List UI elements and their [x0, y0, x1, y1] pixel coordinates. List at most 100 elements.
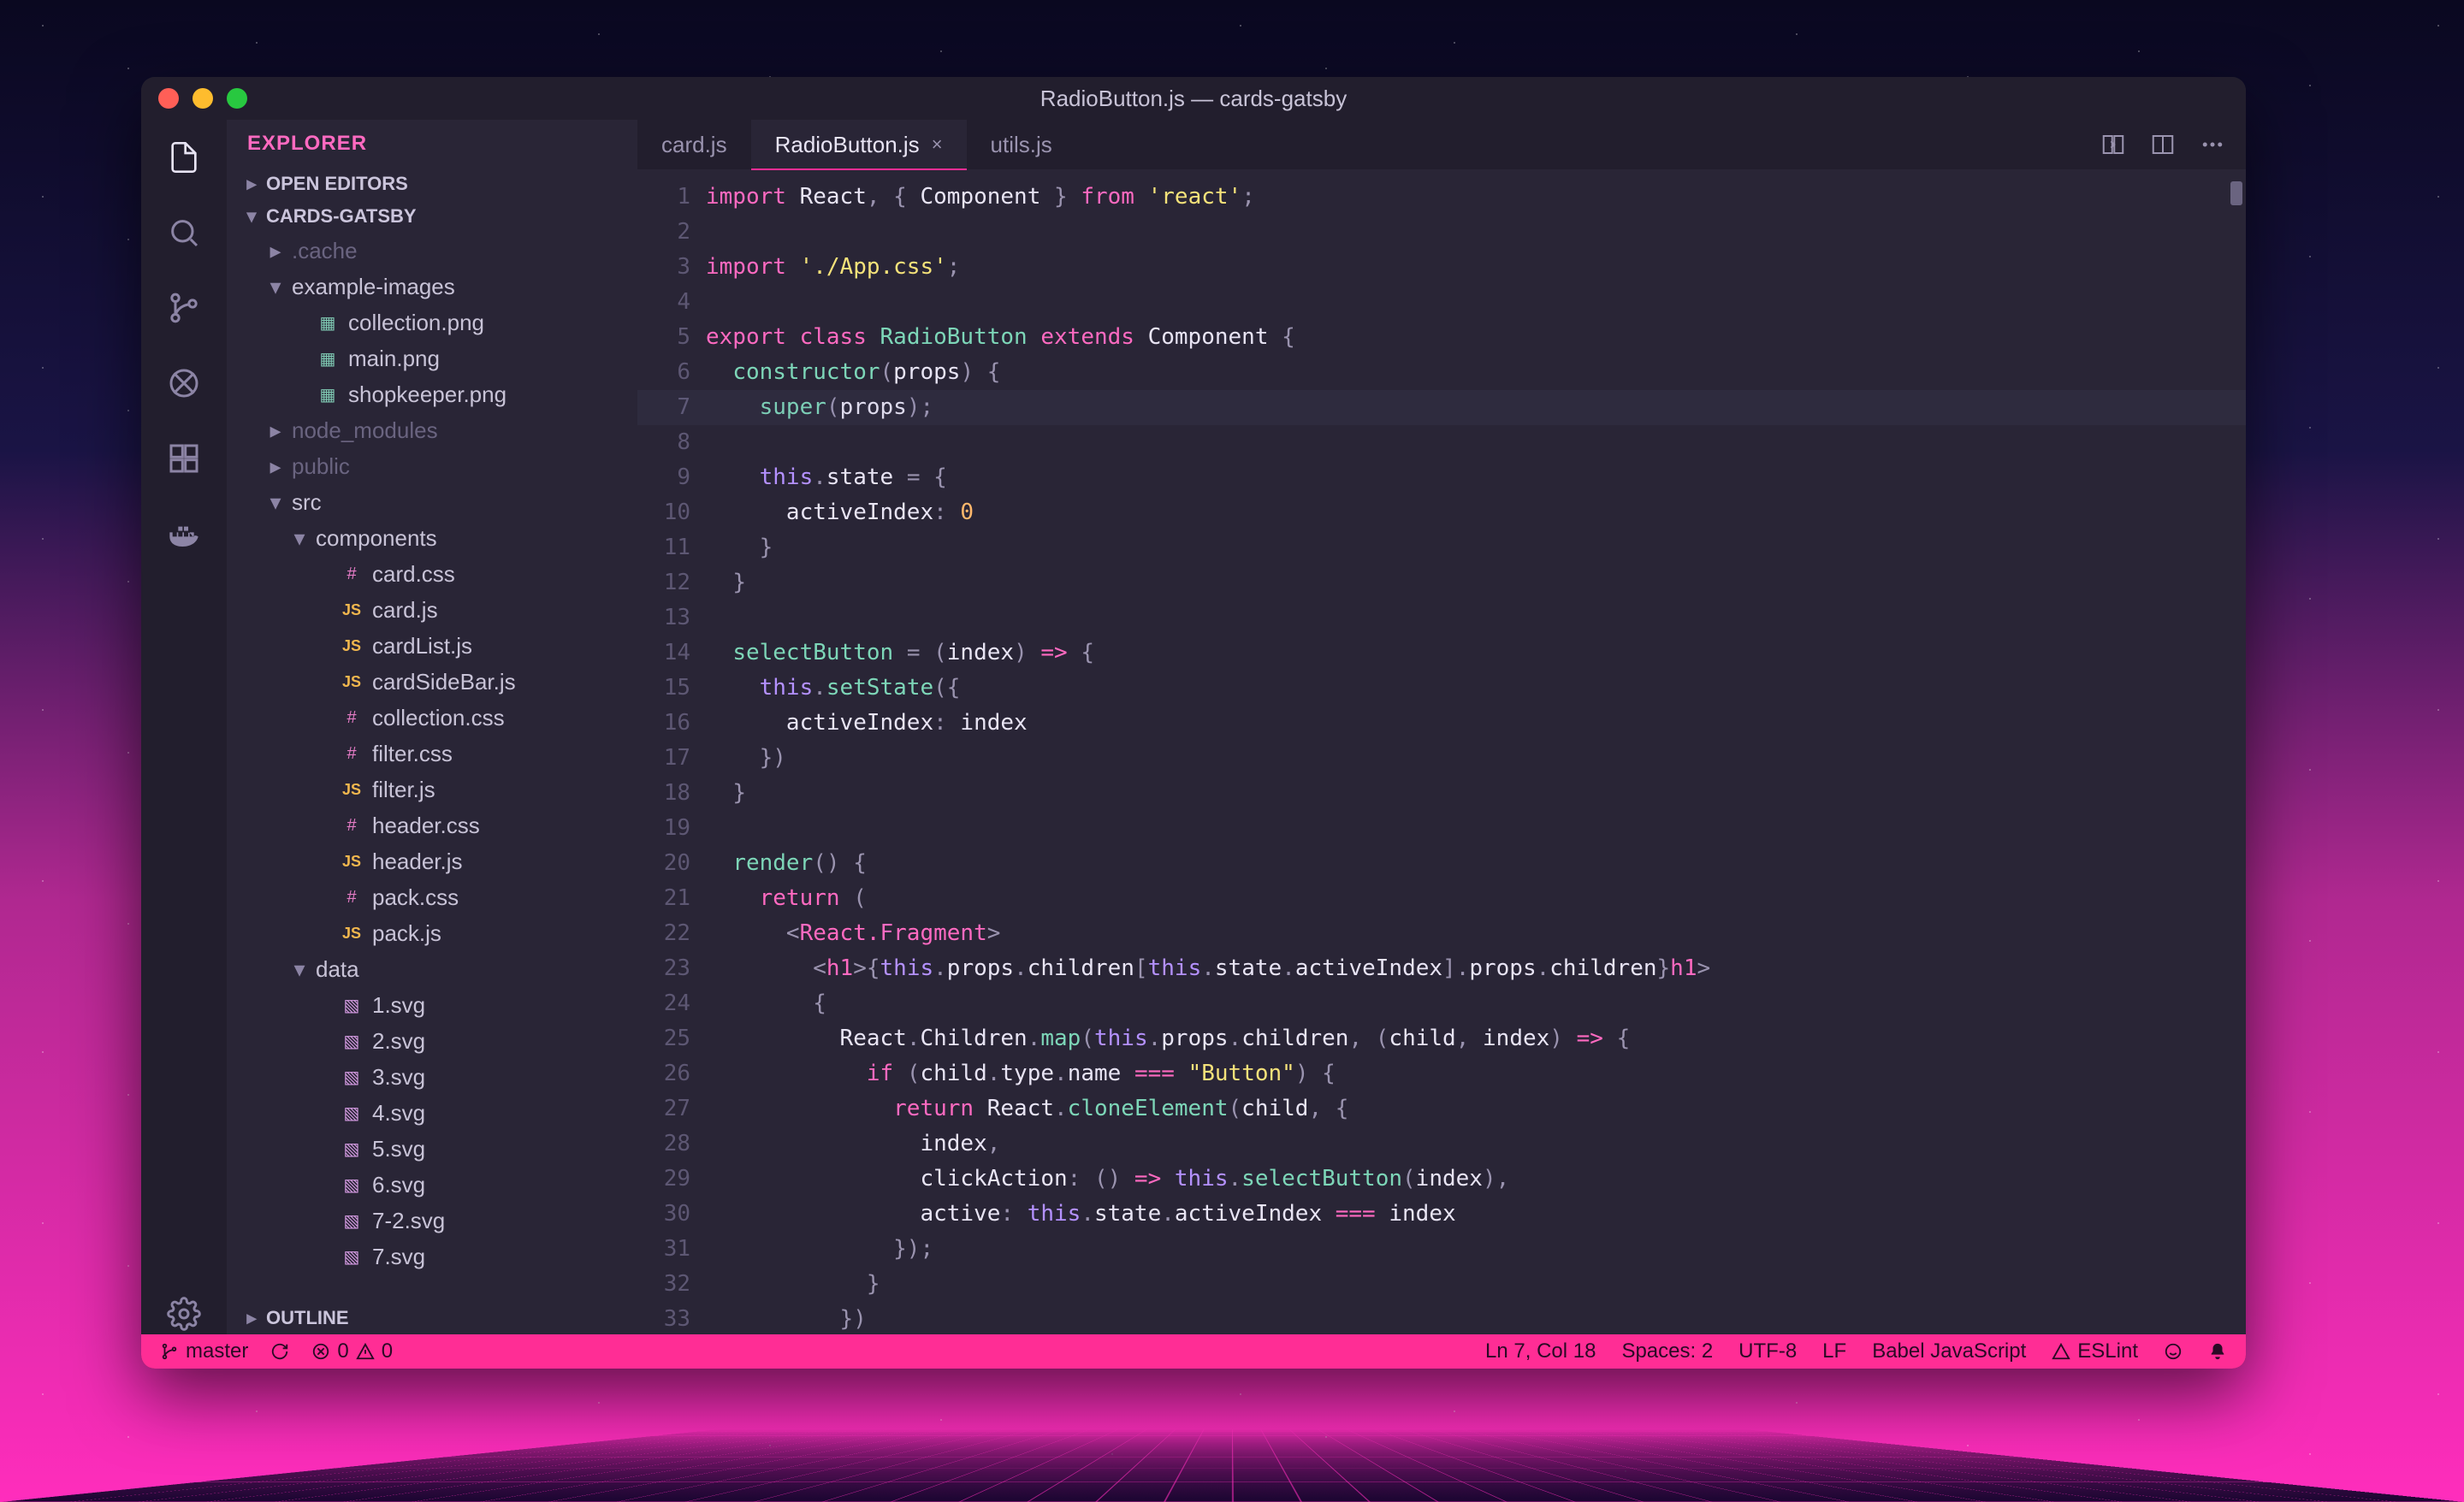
file-item[interactable]: ▧4.svg: [227, 1095, 637, 1131]
file-item[interactable]: #filter.css: [227, 736, 637, 772]
cursor-position-status[interactable]: Ln 7, Col 18: [1485, 1339, 1596, 1363]
file-item[interactable]: ▦collection.png: [227, 305, 637, 340]
svg-file-icon: ▧: [340, 1246, 364, 1268]
project-section[interactable]: ▾ CARDS-GATSBY: [227, 200, 637, 233]
folder-item[interactable]: ▾ src: [227, 484, 637, 520]
file-item[interactable]: ▧ 7.svg: [227, 1239, 637, 1274]
file-item[interactable]: ▧6.svg: [227, 1167, 637, 1203]
chevron-down-icon: ▾: [268, 489, 283, 516]
notifications-icon[interactable]: [2208, 1342, 2227, 1361]
file-item[interactable]: ▧ 7-2.svg: [227, 1203, 637, 1239]
tab-label: RadioButton.js: [775, 132, 920, 158]
feedback-icon[interactable]: [2164, 1342, 2183, 1361]
tree-item-label: public: [292, 453, 350, 480]
extensions-icon[interactable]: [163, 438, 204, 479]
more-actions-icon[interactable]: [2200, 132, 2225, 157]
minimize-window-button[interactable]: [192, 88, 213, 109]
chevron-down-icon: ▾: [292, 525, 307, 552]
tab-bar: card.js RadioButton.js × utils.js: [637, 120, 2246, 169]
js-file-icon: JS: [340, 853, 364, 871]
js-file-icon: JS: [340, 601, 364, 619]
source-control-icon[interactable]: [163, 287, 204, 328]
editor-tab[interactable]: card.js: [637, 120, 751, 169]
file-item[interactable]: JSpack.js: [227, 915, 637, 951]
svg-file-icon: ▧: [340, 1103, 364, 1124]
outline-section[interactable]: ▸ OUTLINE: [227, 1302, 637, 1334]
editor-actions: [2100, 120, 2246, 169]
tab-label: card.js: [661, 132, 727, 158]
maximize-window-button[interactable]: [227, 88, 247, 109]
folder-item[interactable]: ▾ example-images: [227, 269, 637, 305]
compare-changes-icon[interactable]: [2100, 132, 2126, 157]
folder-item[interactable]: ▸ public: [227, 448, 637, 484]
window-controls: [158, 88, 247, 109]
folder-item[interactable]: ▾data: [227, 951, 637, 987]
explorer-icon[interactable]: [163, 137, 204, 178]
tree-item-label: 7.svg: [372, 1244, 425, 1270]
file-item[interactable]: JSheader.js: [227, 843, 637, 879]
file-item[interactable]: # collection.css: [227, 700, 637, 736]
git-branch-status[interactable]: master: [160, 1339, 248, 1363]
svg-file-icon: ▧: [340, 995, 364, 1016]
eol-status[interactable]: LF: [1822, 1339, 1846, 1363]
tree-item-label: node_modules: [292, 417, 438, 444]
svg-file-icon: ▧: [340, 1210, 364, 1232]
chevron-right-icon: ▸: [244, 173, 259, 195]
tab-label: utils.js: [991, 132, 1052, 158]
file-item[interactable]: ▧5.svg: [227, 1131, 637, 1167]
svg-file-icon: ▧: [340, 1067, 364, 1088]
image-file-icon: ▦: [316, 312, 340, 334]
status-bar: master 0 0 Ln 7, Col 18 Spaces: 2 UTF-8 …: [141, 1334, 2246, 1369]
tree-item-label: collection.css: [372, 705, 505, 731]
chevron-right-icon: ▸: [268, 453, 283, 480]
editor-tab[interactable]: utils.js: [967, 120, 1076, 169]
minimap-scrollbar[interactable]: [2230, 181, 2242, 205]
folder-item[interactable]: ▾components: [227, 520, 637, 556]
code-content[interactable]: import React, { Component } from 'react'…: [706, 169, 2246, 1334]
problems-status[interactable]: 0 0: [311, 1339, 393, 1363]
tree-item-label: 5.svg: [372, 1136, 425, 1162]
encoding-status[interactable]: UTF-8: [1738, 1339, 1797, 1363]
file-item[interactable]: ▧1.svg: [227, 987, 637, 1023]
close-tab-icon[interactable]: ×: [932, 133, 943, 156]
tree-item-label: 3.svg: [372, 1064, 425, 1091]
chevron-down-icon: ▾: [244, 205, 259, 228]
js-file-icon: JS: [340, 925, 364, 943]
file-item[interactable]: ▦main.png: [227, 340, 637, 376]
code-editor[interactable]: 1234567891011121314151617181920212223242…: [637, 169, 2246, 1334]
folder-item[interactable]: ▸.cache: [227, 233, 637, 269]
line-gutter: 1234567891011121314151617181920212223242…: [637, 169, 706, 1334]
indentation-status[interactable]: Spaces: 2: [1621, 1339, 1713, 1363]
close-window-button[interactable]: [158, 88, 179, 109]
css-file-icon: #: [340, 565, 364, 584]
debug-icon[interactable]: [163, 363, 204, 404]
explorer-title: EXPLORER: [227, 120, 637, 168]
file-item[interactable]: JScard.js: [227, 592, 637, 628]
split-editor-icon[interactable]: [2150, 132, 2176, 157]
tree-item-label: shopkeeper.png: [348, 381, 506, 408]
tree-item-label: 7-2.svg: [372, 1208, 445, 1234]
language-mode-status[interactable]: Babel JavaScript: [1872, 1339, 2026, 1363]
folder-item[interactable]: ▸node_modules: [227, 412, 637, 448]
file-item[interactable]: JScardSideBar.js: [227, 664, 637, 700]
open-editors-section[interactable]: ▸ OPEN EDITORS: [227, 168, 637, 200]
editor-tab[interactable]: RadioButton.js ×: [751, 120, 967, 169]
sync-status[interactable]: [270, 1342, 289, 1361]
chevron-down-icon: ▾: [268, 274, 283, 300]
eslint-status[interactable]: ESLint: [2052, 1339, 2138, 1363]
file-item[interactable]: ▧2.svg: [227, 1023, 637, 1059]
file-item[interactable]: ▦shopkeeper.png: [227, 376, 637, 412]
tree-item-label: example-images: [292, 274, 455, 300]
file-item[interactable]: JScardList.js: [227, 628, 637, 664]
file-item[interactable]: JSfilter.js: [227, 772, 637, 807]
file-item[interactable]: #header.css: [227, 807, 637, 843]
css-file-icon: #: [340, 708, 364, 728]
file-item[interactable]: ▧ 3.svg: [227, 1059, 637, 1095]
search-icon[interactable]: [163, 212, 204, 253]
settings-gear-icon[interactable]: [163, 1293, 204, 1334]
tree-item-label: filter.js: [372, 777, 435, 803]
tree-item-label: src: [292, 489, 322, 516]
file-item[interactable]: #card.css: [227, 556, 637, 592]
docker-icon[interactable]: [163, 513, 204, 554]
file-item[interactable]: #pack.css: [227, 879, 637, 915]
